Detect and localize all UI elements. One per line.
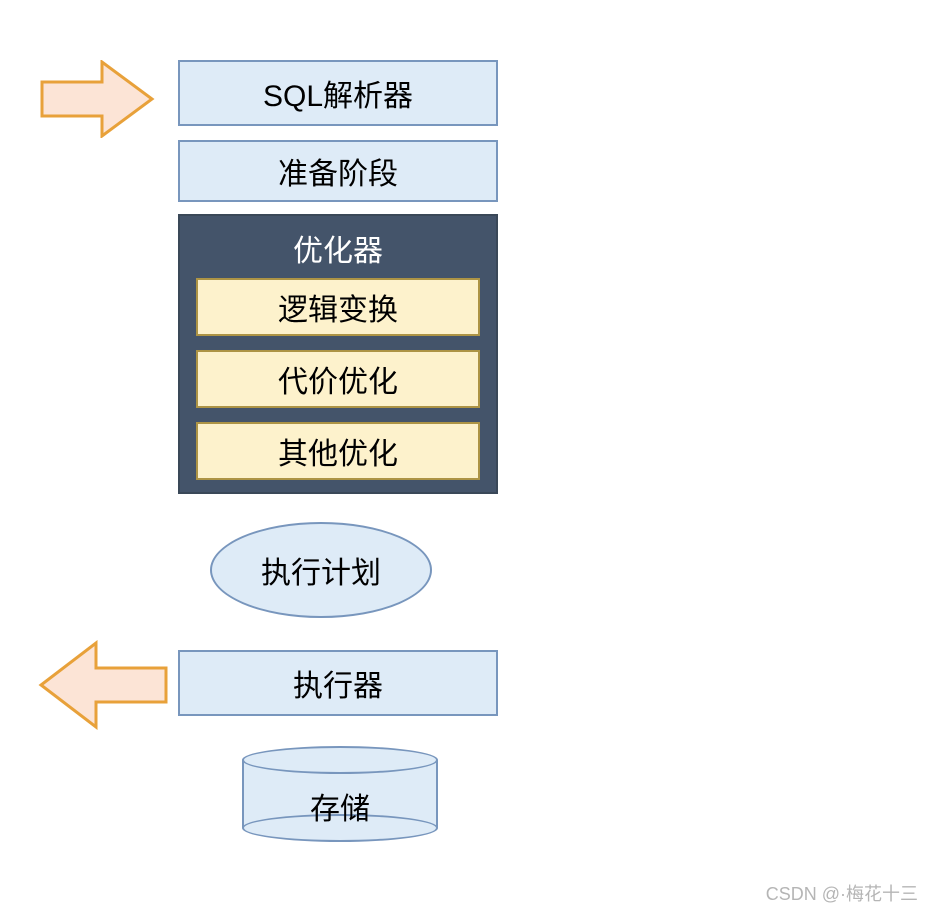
optimizer-item-label: 代价优化 — [278, 357, 398, 401]
executor-box: 执行器 — [178, 650, 498, 716]
optimizer-item-logical: 逻辑变换 — [196, 278, 480, 336]
storage-cylinder: 存储 — [242, 746, 438, 842]
optimizer-title: 优化器 — [180, 216, 496, 278]
execution-plan-ellipse: 执行计划 — [210, 522, 432, 618]
sql-parser-box: SQL解析器 — [178, 60, 498, 126]
sql-parser-label: SQL解析器 — [263, 71, 413, 115]
optimizer-container: 优化器 逻辑变换 代价优化 其他优化 — [178, 214, 498, 494]
executor-label: 执行器 — [293, 661, 383, 705]
optimizer-item-other: 其他优化 — [196, 422, 480, 480]
output-arrow-icon — [38, 640, 168, 730]
input-arrow-icon — [40, 60, 155, 138]
optimizer-item-label: 逻辑变换 — [278, 285, 398, 329]
optimizer-item-label: 其他优化 — [278, 429, 398, 473]
execution-plan-label: 执行计划 — [261, 548, 381, 592]
diagram-canvas: SQL解析器 准备阶段 优化器 逻辑变换 代价优化 其他优化 执行计划 执行器 … — [0, 0, 930, 916]
optimizer-item-cost: 代价优化 — [196, 350, 480, 408]
watermark-text: CSDN @·梅花十三 — [766, 880, 918, 906]
preparation-label: 准备阶段 — [278, 149, 398, 193]
storage-label: 存储 — [242, 784, 438, 828]
preparation-box: 准备阶段 — [178, 140, 498, 202]
